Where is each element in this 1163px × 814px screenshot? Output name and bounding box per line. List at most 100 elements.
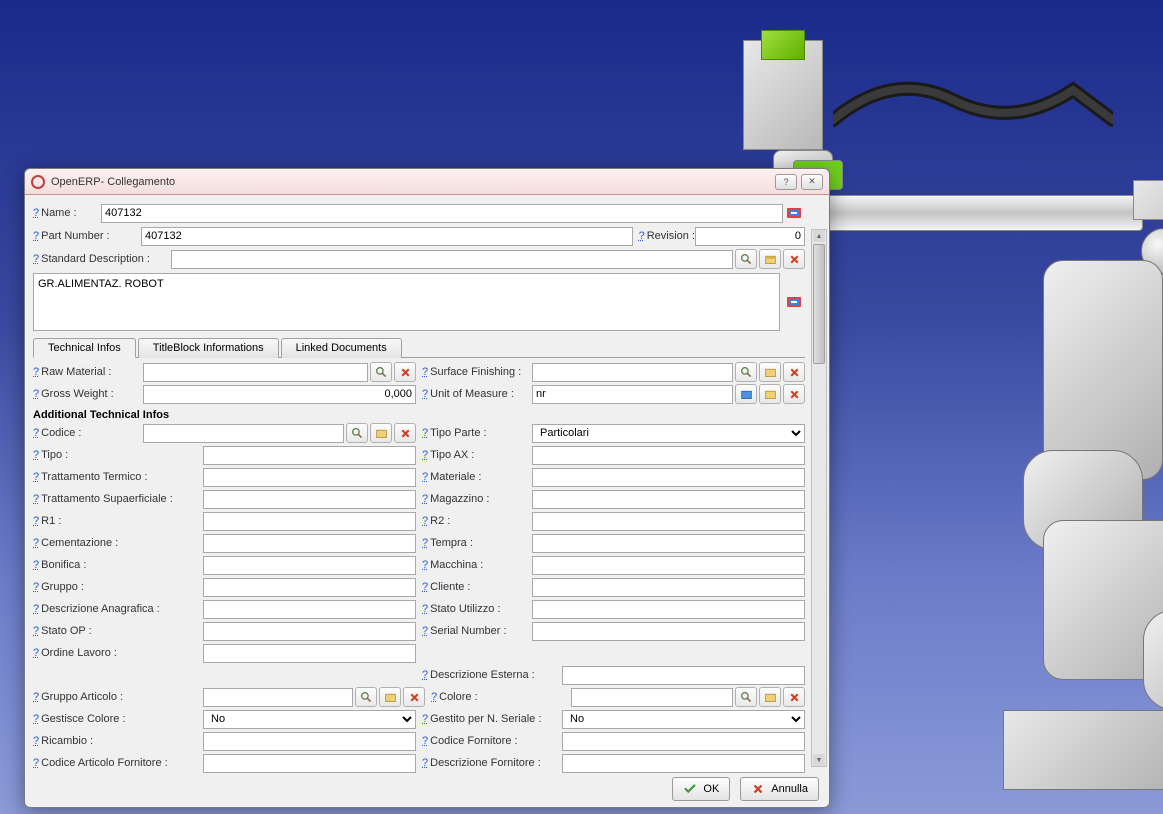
help-icon[interactable]: ?: [422, 581, 428, 593]
help-icon[interactable]: ?: [422, 366, 428, 378]
open-icon[interactable]: [759, 384, 781, 404]
help-icon[interactable]: ?: [422, 388, 428, 400]
help-icon[interactable]: ?: [422, 559, 428, 571]
tipo-parte-select[interactable]: Particolari: [532, 424, 805, 443]
help-icon[interactable]: ?: [422, 537, 428, 549]
ordine-input[interactable]: [203, 644, 416, 663]
clear-icon[interactable]: [403, 687, 425, 707]
desc-est-input[interactable]: [562, 666, 805, 685]
open-icon[interactable]: [759, 362, 781, 382]
cod-forn-input[interactable]: [562, 732, 805, 751]
stato-op-input[interactable]: [203, 622, 416, 641]
ok-button[interactable]: OK: [672, 777, 730, 801]
help-icon[interactable]: ?: [33, 207, 39, 219]
tipo-input[interactable]: [203, 446, 416, 465]
partnum-input[interactable]: [141, 227, 633, 246]
search-icon[interactable]: [735, 362, 757, 382]
tab-linked-docs[interactable]: Linked Documents: [281, 338, 402, 358]
help-icon[interactable]: ?: [639, 230, 645, 242]
help-icon[interactable]: ?: [33, 493, 39, 505]
desc-anag-input[interactable]: [203, 600, 416, 619]
help-icon[interactable]: ?: [33, 253, 39, 265]
help-button[interactable]: ?: [775, 174, 797, 190]
gross-weight-input[interactable]: [143, 385, 416, 404]
bonifica-input[interactable]: [203, 556, 416, 575]
gruppo-input[interactable]: [203, 578, 416, 597]
tipo-ax-input[interactable]: [532, 446, 805, 465]
help-icon[interactable]: ?: [33, 366, 39, 378]
help-icon[interactable]: ?: [422, 757, 428, 769]
help-icon[interactable]: ?: [422, 449, 428, 461]
colore-input[interactable]: [571, 688, 733, 707]
open-icon[interactable]: [370, 423, 392, 443]
stddesc-input[interactable]: [171, 250, 733, 269]
help-icon[interactable]: ?: [33, 603, 39, 615]
revision-input[interactable]: [695, 227, 805, 246]
r1-input[interactable]: [203, 512, 416, 531]
help-icon[interactable]: ?: [431, 691, 437, 703]
help-icon[interactable]: ?: [33, 691, 39, 703]
help-icon[interactable]: ?: [422, 669, 428, 681]
help-icon[interactable]: ?: [422, 713, 428, 725]
desc-forn-input[interactable]: [562, 754, 805, 773]
help-icon[interactable]: ?: [33, 515, 39, 527]
raw-material-input[interactable]: [143, 363, 368, 382]
serial-input[interactable]: [532, 622, 805, 641]
help-icon[interactable]: ?: [33, 559, 39, 571]
clear-icon[interactable]: [394, 362, 416, 382]
stato-util-input[interactable]: [532, 600, 805, 619]
name-input[interactable]: [101, 204, 783, 223]
open-icon[interactable]: [759, 249, 781, 269]
scroll-down-icon[interactable]: ▼: [813, 754, 825, 766]
tab-technical-infos[interactable]: Technical Infos: [33, 338, 136, 358]
clear-icon[interactable]: [783, 362, 805, 382]
help-icon[interactable]: ?: [33, 625, 39, 637]
tempra-input[interactable]: [532, 534, 805, 553]
help-icon[interactable]: ?: [33, 427, 39, 439]
codice-input[interactable]: [143, 424, 344, 443]
open-icon[interactable]: [759, 687, 781, 707]
help-icon[interactable]: ?: [33, 757, 39, 769]
open-icon[interactable]: [379, 687, 401, 707]
gest-colore-select[interactable]: No: [203, 710, 416, 729]
clear-icon[interactable]: [783, 249, 805, 269]
cod-art-forn-input[interactable]: [203, 754, 416, 773]
titlebar[interactable]: OpenERP- Collegamento ? ✕: [25, 169, 829, 195]
close-button[interactable]: ✕: [801, 174, 823, 190]
cliente-input[interactable]: [532, 578, 805, 597]
clear-icon[interactable]: [783, 384, 805, 404]
clear-icon[interactable]: [783, 687, 805, 707]
help-icon[interactable]: ?: [33, 449, 39, 461]
cancel-button[interactable]: Annulla: [740, 777, 819, 801]
gruppo-art-input[interactable]: [203, 688, 353, 707]
help-icon[interactable]: ?: [33, 735, 39, 747]
search-icon[interactable]: [735, 687, 757, 707]
gest-serial-select[interactable]: No: [562, 710, 805, 729]
search-icon[interactable]: [735, 249, 757, 269]
help-icon[interactable]: ?: [33, 537, 39, 549]
help-icon[interactable]: ?: [33, 388, 39, 400]
translate-icon[interactable]: [783, 203, 805, 223]
help-icon[interactable]: ?: [422, 471, 428, 483]
help-icon[interactable]: ?: [33, 230, 39, 242]
tratt-term-input[interactable]: [203, 468, 416, 487]
search-icon[interactable]: [346, 423, 368, 443]
search-icon[interactable]: [370, 362, 392, 382]
tab-titleblock[interactable]: TitleBlock Informations: [138, 338, 279, 358]
surface-input[interactable]: [532, 363, 733, 382]
help-icon[interactable]: ?: [33, 581, 39, 593]
help-icon[interactable]: ?: [422, 625, 428, 637]
scrollbar-thumb[interactable]: [813, 244, 825, 364]
help-icon[interactable]: ?: [33, 471, 39, 483]
help-icon[interactable]: ?: [422, 515, 428, 527]
help-icon[interactable]: ?: [33, 647, 39, 659]
scroll-up-icon[interactable]: ▲: [813, 230, 825, 242]
description-textarea[interactable]: GR.ALIMENTAZ. ROBOT: [33, 273, 780, 331]
help-icon[interactable]: ?: [422, 603, 428, 615]
cementazione-input[interactable]: [203, 534, 416, 553]
magazzino-input[interactable]: [532, 490, 805, 509]
clear-icon[interactable]: [394, 423, 416, 443]
uom-input[interactable]: [532, 385, 733, 404]
search-icon[interactable]: [355, 687, 377, 707]
macchina-input[interactable]: [532, 556, 805, 575]
